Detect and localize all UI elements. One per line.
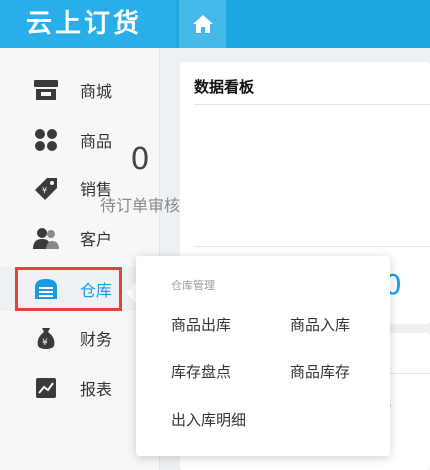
sidebar-item-label: 财务 bbox=[80, 330, 113, 349]
home-icon bbox=[192, 15, 213, 33]
sidebar-item-customers[interactable]: 客户 bbox=[0, 216, 160, 260]
menu-item-stocktake[interactable]: 库存盘点 bbox=[171, 361, 231, 382]
flyout-caret bbox=[126, 283, 136, 303]
sidebar-item-mall[interactable]: 商城 bbox=[0, 68, 160, 112]
customers-icon bbox=[33, 226, 59, 250]
menu-item-goods-stock[interactable]: 商品库存 bbox=[290, 361, 350, 382]
sidebar-item-label: 客户 bbox=[80, 230, 113, 249]
home-button[interactable] bbox=[179, 0, 226, 48]
svg-text:¥: ¥ bbox=[42, 338, 48, 348]
highlight-box bbox=[15, 267, 122, 311]
store-icon bbox=[33, 78, 59, 102]
top-bar: 云上订货 bbox=[0, 0, 430, 48]
divider bbox=[194, 104, 430, 105]
divider bbox=[194, 246, 430, 247]
menu-item-goods-inbound[interactable]: 商品入库 bbox=[290, 314, 350, 335]
sidebar-item-label: 商城 bbox=[80, 82, 113, 101]
brand-logo[interactable]: 云上订货 bbox=[0, 0, 176, 48]
menu-item-goods-outbound[interactable]: 商品出库 bbox=[171, 314, 231, 335]
report-chart-icon bbox=[33, 376, 59, 400]
money-bag-icon: ¥ bbox=[33, 326, 59, 350]
sidebar-item-label: 报表 bbox=[80, 380, 113, 399]
menu-item-inout-details[interactable]: 出入库明细 bbox=[171, 409, 246, 430]
stat-value[interactable]: 0 bbox=[0, 142, 280, 177]
flyout-title: 仓库管理 bbox=[171, 279, 215, 292]
stat-label[interactable]: 待订单审核 bbox=[0, 192, 280, 216]
dashboard-title: 数据看板 bbox=[194, 78, 255, 96]
